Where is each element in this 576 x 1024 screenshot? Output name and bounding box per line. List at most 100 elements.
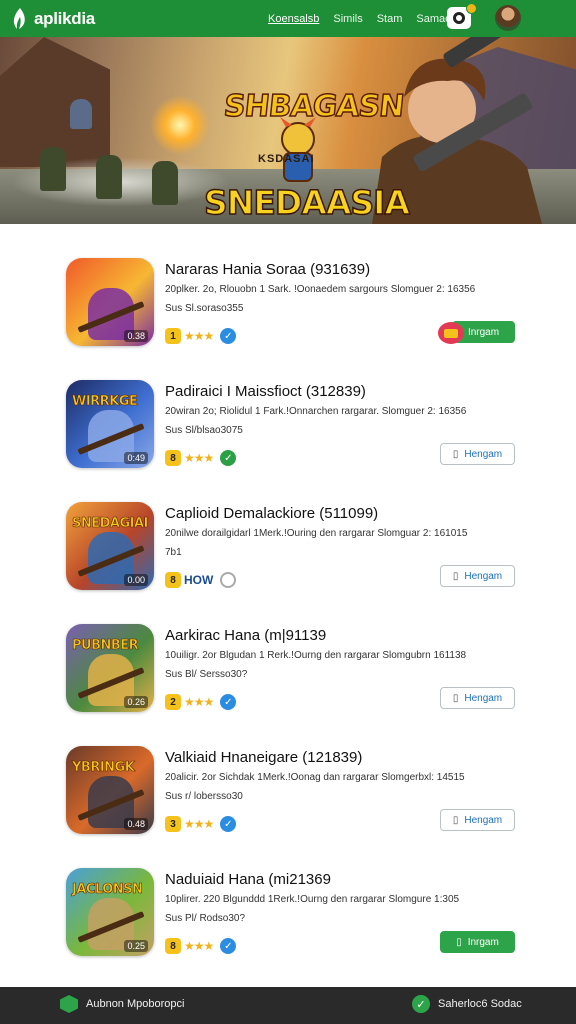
verified-icon: ✓ <box>220 938 237 954</box>
app-icon[interactable]: YBRINGK 0.48 <box>66 746 154 834</box>
app-age-badge: 1 <box>165 328 181 344</box>
install-button-label: Hengam <box>464 692 503 704</box>
checkmark-icon: ✓ <box>412 995 430 1013</box>
download-icon: ▯ <box>452 448 459 460</box>
banner-mascot <box>280 117 316 182</box>
app-meta-secondary: Sus Bl/ Sersso30? <box>165 669 248 680</box>
app-rating: 8 ★★★ ✓ <box>165 938 237 954</box>
app-meta-secondary: Sus Sl.soraso355 <box>165 303 244 314</box>
banner-soldier <box>152 161 178 205</box>
app-age-badge: 8 <box>165 938 181 954</box>
app-icon[interactable]: WIRRKGE 0:49 <box>66 380 154 468</box>
install-button[interactable]: ▯ Inrgam <box>440 931 515 953</box>
install-button[interactable]: ▯ Hengam <box>440 687 515 709</box>
banner-explosion <box>150 95 210 155</box>
app-list-item[interactable]: WIRRKGE 0:49 Padiraici I Maissfioct (312… <box>0 366 576 476</box>
notification-dot <box>466 3 477 14</box>
app-icon-label: JACLONSN <box>72 882 144 898</box>
hero-banner[interactable]: SHBAGASN KSDASAI SNEDAASIA <box>0 37 576 224</box>
app-icon[interactable]: 0.38 <box>66 258 154 346</box>
app-list-item[interactable]: SNEDAGIAI 0.00 Caplioid Demalackiore (51… <box>0 488 576 598</box>
app-icon[interactable]: JACLONSN 0.25 <box>66 868 154 956</box>
footer-right-link[interactable]: ✓ Saherloc6 Sodac <box>412 995 522 1013</box>
app-meta: 10plirer. 220 Blgunddd 1Rerk.!Ourng den … <box>165 894 460 905</box>
rating-stars: ★★★ <box>184 817 214 831</box>
app-meta: 20wiran 2o; Riolidul 1 Fark.!Onnarchen r… <box>165 406 467 417</box>
footer-left-link[interactable]: Aubnon Mpoboropci <box>60 995 184 1013</box>
app-icon-label: PUBNBER <box>72 638 139 654</box>
download-icon: ▯ <box>452 814 459 826</box>
banner-title-main: SNEDAASIA <box>203 182 410 223</box>
app-title[interactable]: Naduiaid Hana (mi21369 <box>165 871 331 888</box>
app-icon[interactable]: SNEDAGIAI 0.00 <box>66 502 154 590</box>
app-version-badge: 0:49 <box>124 452 148 464</box>
banner-soldier <box>70 99 92 129</box>
app-meta-secondary: Sus r/ lobersso30 <box>165 791 243 802</box>
nav-link-3[interactable]: Stam <box>377 13 403 25</box>
app-meta: 20nilwe dorailgidarl 1Merk.!Ouring den r… <box>165 528 468 539</box>
brand-name: aplikdia <box>34 8 95 28</box>
app-version-badge: 0.25 <box>124 940 148 952</box>
app-meta: 20alicir. 2or Sichdak 1Merk.!Oonag dan r… <box>165 772 465 783</box>
install-button-label: Inrgam <box>467 936 499 948</box>
app-list-item[interactable]: PUBNBER 0.26 Aarkirac Hana (m|91139 10ui… <box>0 610 576 720</box>
rating-stars: ★★★ <box>184 939 214 953</box>
nav-link-2[interactable]: Simils <box>333 13 362 25</box>
app-rating: 1 ★★★ ✓ <box>165 328 237 344</box>
app-rating: 2 ★★★ ✓ <box>165 694 237 710</box>
app-version-badge: 0.38 <box>124 330 148 342</box>
recommended-badge-icon <box>438 322 464 344</box>
app-list-item[interactable]: 0.38 Nararas Hania Soraa (931639) 20plke… <box>0 244 576 354</box>
main-nav: Koensalsb Simils Stam Samaes <box>268 0 457 37</box>
app-version-badge: 0.00 <box>124 574 148 586</box>
app-rating: 8 ★★★ ✓ <box>165 450 237 466</box>
top-navigation-bar: aplikdia Koensalsb Simils Stam Samaes <box>0 0 576 37</box>
brand-logo[interactable]: aplikdia <box>10 7 95 31</box>
app-list-item[interactable]: YBRINGK 0.48 Valkiaid Hnaneigare (121839… <box>0 732 576 842</box>
rating-stars: ★★★ <box>184 451 214 465</box>
install-button[interactable]: ▯ Hengam <box>440 809 515 831</box>
install-button-label: Hengam <box>464 570 503 582</box>
app-icon-label: SNEDAGIAI <box>72 516 149 532</box>
app-title[interactable]: Aarkirac Hana (m|91139 <box>165 627 326 644</box>
rating-stars: ★★★ <box>184 695 214 709</box>
download-icon: ▯ <box>452 570 459 582</box>
app-age-badge: 8 <box>165 450 181 466</box>
footer-left-label: Aubnon Mpoboropci <box>86 998 185 1010</box>
user-avatar[interactable] <box>495 5 521 31</box>
rating-stars: HOW <box>184 573 214 587</box>
app-title[interactable]: Padiraici I Maissfioct (312839) <box>165 383 366 400</box>
app-list-item[interactable]: JACLONSN 0.25 Naduiaid Hana (mi21369 10p… <box>0 854 576 964</box>
install-button-label: Hengam <box>464 448 503 460</box>
verified-icon <box>220 572 237 588</box>
app-rating: 3 ★★★ ✓ <box>165 816 237 832</box>
nav-link-1[interactable]: Koensalsb <box>268 13 319 25</box>
install-button[interactable]: ▯ Hengam <box>440 443 515 465</box>
app-age-badge: 2 <box>165 694 181 710</box>
notification-button[interactable] <box>447 3 477 29</box>
app-icon-label: WIRRKGE <box>72 394 138 410</box>
install-button[interactable]: ▯ Hengam <box>440 565 515 587</box>
app-meta-secondary: Sus Sl/blsao3075 <box>165 425 243 436</box>
app-title[interactable]: Caplioid Demalackiore (511099) <box>165 505 378 522</box>
app-rating: 8 HOW <box>165 572 237 588</box>
banner-subtitle: KSDASAI <box>258 153 315 165</box>
app-meta-secondary: Sus Pl/ Rodso30? <box>165 913 246 924</box>
app-version-badge: 0.48 <box>124 818 148 830</box>
verified-icon: ✓ <box>220 816 237 832</box>
download-icon: ▯ <box>456 936 462 948</box>
rating-stars: ★★★ <box>184 329 214 343</box>
footer-right-label: Saherloc6 Sodac <box>438 998 522 1010</box>
app-icon-label: YBRINGK <box>72 760 135 776</box>
banner-title-top: SHBAGASN <box>221 88 406 125</box>
install-button-label: Inrgam <box>467 326 500 338</box>
download-icon: ▯ <box>452 692 459 704</box>
app-icon[interactable]: PUBNBER 0.26 <box>66 624 154 712</box>
leaf-logo-icon <box>13 7 25 29</box>
app-store-page: aplikdia Koensalsb Simils Stam Samaes SH… <box>0 0 576 1024</box>
banner-soldier <box>40 147 66 191</box>
app-version-badge: 0.26 <box>124 696 148 708</box>
notification-icon <box>453 12 465 24</box>
app-title[interactable]: Valkiaid Hnaneigare (121839) <box>165 749 362 766</box>
app-title[interactable]: Nararas Hania Soraa (931639) <box>165 261 370 278</box>
